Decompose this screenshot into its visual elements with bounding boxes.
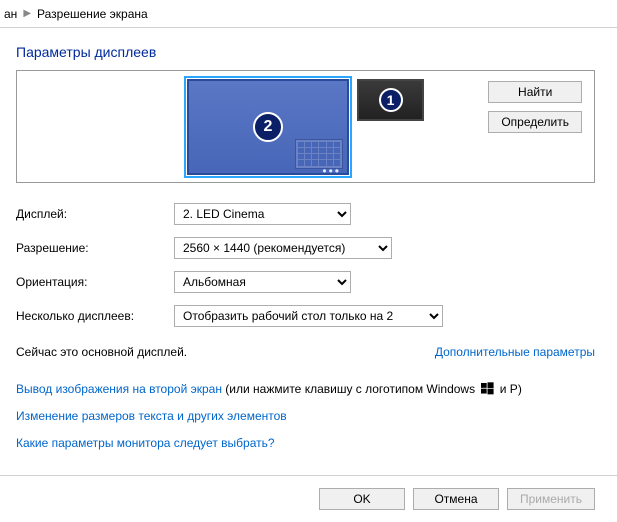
text-size-link[interactable]: Изменение размеров текста и других элеме… [16, 409, 287, 423]
monitor-2[interactable]: 2 ••• [187, 79, 349, 175]
advanced-settings-link[interactable]: Дополнительные параметры [435, 345, 595, 359]
apply-button[interactable]: Применить [507, 488, 595, 510]
footer: OK Отмена Применить [0, 475, 617, 522]
monitor-number: 2 [253, 112, 283, 142]
resize-handle-icon: ••• [322, 168, 341, 174]
orientation-label: Ориентация: [16, 275, 174, 289]
resolution-label: Разрешение: [16, 241, 174, 255]
display-label: Дисплей: [16, 207, 174, 221]
project-link[interactable]: Вывод изображения на второй экран [16, 382, 222, 396]
primary-display-status: Сейчас это основной дисплей. [16, 345, 187, 359]
page-title: Параметры дисплеев [16, 44, 595, 60]
resolution-select[interactable]: 2560 × 1440 (рекомендуется) [174, 237, 392, 259]
monitor-1[interactable]: 1 [357, 79, 424, 121]
which-settings-link[interactable]: Какие параметры монитора следует выбрать… [16, 436, 275, 450]
project-hint-b: и P) [496, 382, 521, 396]
breadcrumb-current: Разрешение экрана [37, 7, 148, 21]
identify-button[interactable]: Определить [488, 111, 582, 133]
orientation-select[interactable]: Альбомная [174, 271, 351, 293]
chevron-right-icon: ▶ [23, 8, 31, 19]
display-select[interactable]: 2. LED Cinema [174, 203, 351, 225]
project-hint-a: (или нажмите клавишу с логотипом Windows [222, 382, 478, 396]
breadcrumb-prev[interactable]: ан [4, 7, 17, 21]
windows-logo-icon [481, 382, 494, 395]
breadcrumb: ан ▶ Разрешение экрана [0, 0, 617, 28]
multiple-displays-label: Несколько дисплеев: [16, 309, 174, 323]
monitor-number: 1 [379, 88, 403, 112]
cancel-button[interactable]: Отмена [413, 488, 499, 510]
ok-button[interactable]: OK [319, 488, 405, 510]
multiple-displays-select[interactable]: Отобразить рабочий стол только на 2 [174, 305, 443, 327]
detect-button[interactable]: Найти [488, 81, 582, 103]
display-arrangement[interactable]: 2 ••• 1 Найти Определить [16, 70, 595, 183]
